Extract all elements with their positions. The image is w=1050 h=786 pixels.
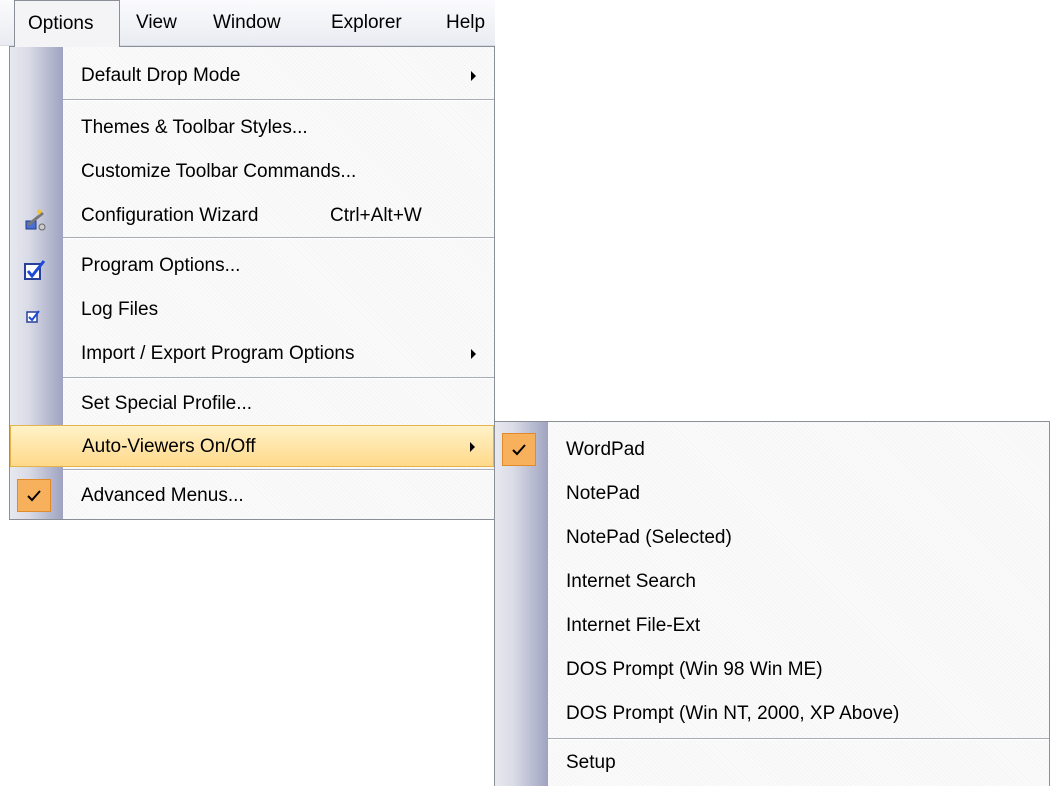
menu-item-label: Auto-Viewers On/Off (82, 436, 256, 457)
menu-view-label: View (136, 12, 177, 33)
submenu-item-label: NotePad (Selected) (566, 527, 732, 548)
wizard-icon (24, 205, 46, 231)
checkbox-icon (24, 255, 46, 280)
menu-options[interactable]: Options (14, 0, 120, 47)
menu-item-auto-viewers[interactable]: Auto-Viewers On/Off (10, 425, 494, 467)
menu-item-label: Configuration Wizard (81, 205, 259, 226)
submenu-item-label: DOS Prompt (Win NT, 2000, XP Above) (566, 703, 900, 724)
menu-item-label: Advanced Menus... (81, 485, 244, 506)
menu-options-label: Options (28, 13, 94, 34)
menu-explorer-label: Explorer (331, 12, 402, 33)
menu-item-shortcut: Ctrl+Alt+W (330, 205, 422, 226)
submenu-item-label: WordPad (566, 439, 645, 460)
menu-item-label: Import / Export Program Options (81, 343, 355, 364)
menu-separator (63, 469, 494, 471)
submenu-item-internet-file-ext[interactable]: Internet File-Ext (495, 605, 1049, 647)
menu-item-label: Customize Toolbar Commands... (81, 161, 357, 182)
menu-item-label: Program Options... (81, 255, 241, 276)
submenu-item-label: NotePad (566, 483, 640, 504)
submenu-item-label: Setup (566, 752, 616, 773)
submenu-item-dos-prompt-win98[interactable]: DOS Prompt (Win 98 Win ME) (495, 649, 1049, 691)
checkmark-icon (502, 433, 536, 466)
menu-view[interactable]: View (136, 0, 177, 46)
submenu-item-label: Internet Search (566, 571, 696, 592)
menu-bar: Options View Window Explorer Help (0, 0, 495, 47)
menu-separator (63, 377, 494, 379)
menu-item-label: Themes & Toolbar Styles... (81, 117, 308, 138)
menu-item-log-files[interactable]: Log Files (10, 289, 494, 331)
submenu-arrow-icon (471, 71, 476, 81)
small-checkbox-icon (24, 299, 46, 323)
menu-help[interactable]: Help (446, 0, 485, 46)
submenu-item-notepad[interactable]: NotePad (495, 473, 1049, 515)
submenu-arrow-icon (471, 349, 476, 359)
menu-item-default-drop-mode[interactable]: Default Drop Mode (10, 55, 494, 97)
submenu-item-notepad-selected[interactable]: NotePad (Selected) (495, 517, 1049, 559)
submenu-item-setup[interactable]: Setup (495, 742, 1049, 784)
menu-help-label: Help (446, 12, 486, 33)
submenu-item-wordpad[interactable]: WordPad (495, 429, 1049, 471)
submenu-item-label: DOS Prompt (Win 98 Win ME) (566, 659, 823, 680)
menu-separator (63, 237, 494, 239)
menu-item-label: Log Files (81, 299, 159, 320)
menu-separator (548, 738, 1049, 740)
menu-window[interactable]: Window (213, 0, 281, 46)
checkmark-icon (17, 479, 51, 512)
submenu-item-internet-search[interactable]: Internet Search (495, 561, 1049, 603)
submenu-item-dos-prompt-winnt[interactable]: DOS Prompt (Win NT, 2000, XP Above) (495, 693, 1049, 735)
auto-viewers-submenu: WordPad NotePad NotePad (Selected) Inter… (494, 421, 1050, 786)
options-menu: Default Drop Mode Themes & Toolbar Style… (9, 46, 495, 520)
menu-item-customize-toolbar-commands[interactable]: Customize Toolbar Commands... (10, 151, 494, 193)
menu-separator (63, 99, 494, 101)
menu-item-import-export-program-options[interactable]: Import / Export Program Options (10, 333, 494, 375)
menu-window-label: Window (213, 12, 281, 33)
menu-item-configuration-wizard[interactable]: Configuration Wizard Ctrl+Alt+W (10, 195, 494, 237)
menu-item-set-special-profile[interactable]: Set Special Profile... (10, 383, 494, 425)
submenu-item-label: Internet File-Ext (566, 615, 701, 636)
submenu-arrow-icon (470, 442, 475, 452)
menu-item-advanced-menus[interactable]: Advanced Menus... (10, 475, 494, 517)
menu-explorer[interactable]: Explorer (331, 0, 402, 46)
menu-item-program-options[interactable]: Program Options... (10, 245, 494, 287)
menu-item-themes-toolbar-styles[interactable]: Themes & Toolbar Styles... (10, 107, 494, 149)
menu-item-label: Set Special Profile... (81, 393, 253, 414)
menu-item-label: Default Drop Mode (81, 65, 241, 86)
